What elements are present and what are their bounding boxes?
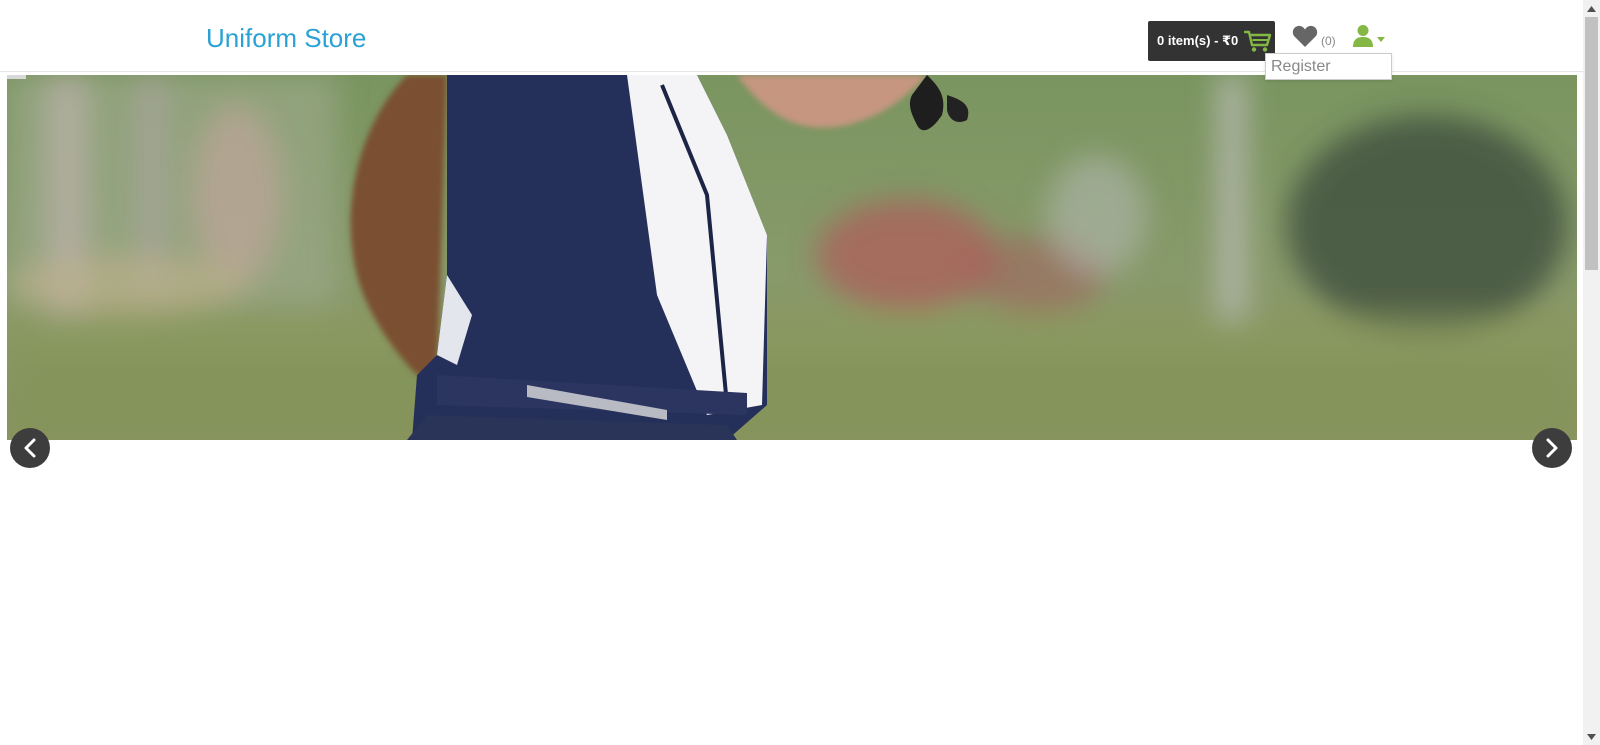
slider-next-button[interactable] (1532, 428, 1572, 468)
cart-button[interactable]: 0 item(s) - ₹0 (1148, 21, 1275, 61)
store-logo-link[interactable]: Uniform Store (206, 20, 366, 56)
account-dropdown-menu: Register (1265, 53, 1392, 80)
scrollbar-thumb[interactable] (1585, 17, 1598, 270)
user-icon (1353, 25, 1373, 47)
hero-slider (7, 75, 1577, 440)
account-dropdown-toggle[interactable] (1352, 24, 1385, 48)
wishlist-count: (0) (1321, 34, 1336, 48)
site-header: Uniform Store 0 item(s) - ₹0 (0) Registe… (0, 0, 1583, 80)
scroll-up-arrow-icon[interactable] (1583, 0, 1600, 17)
slider-prev-button[interactable] (10, 428, 50, 468)
shopping-cart-icon (1244, 30, 1272, 52)
heart-icon (1292, 25, 1318, 47)
scroll-down-arrow-icon[interactable] (1583, 728, 1600, 745)
register-link[interactable]: Register (1271, 56, 1386, 78)
cart-summary-label: 0 item(s) - ₹0 (1157, 33, 1239, 48)
page: Uniform Store 0 item(s) - ₹0 (0) Registe… (0, 0, 1583, 745)
chevron-right-icon (1546, 438, 1558, 458)
vertical-scrollbar[interactable] (1583, 0, 1600, 745)
chevron-left-icon (24, 438, 36, 458)
wishlist-link[interactable]: (0) (1292, 24, 1336, 48)
slider-pager-indicator[interactable] (7, 75, 26, 79)
hero-slide-image (7, 75, 1577, 440)
caret-down-icon (1377, 36, 1385, 42)
